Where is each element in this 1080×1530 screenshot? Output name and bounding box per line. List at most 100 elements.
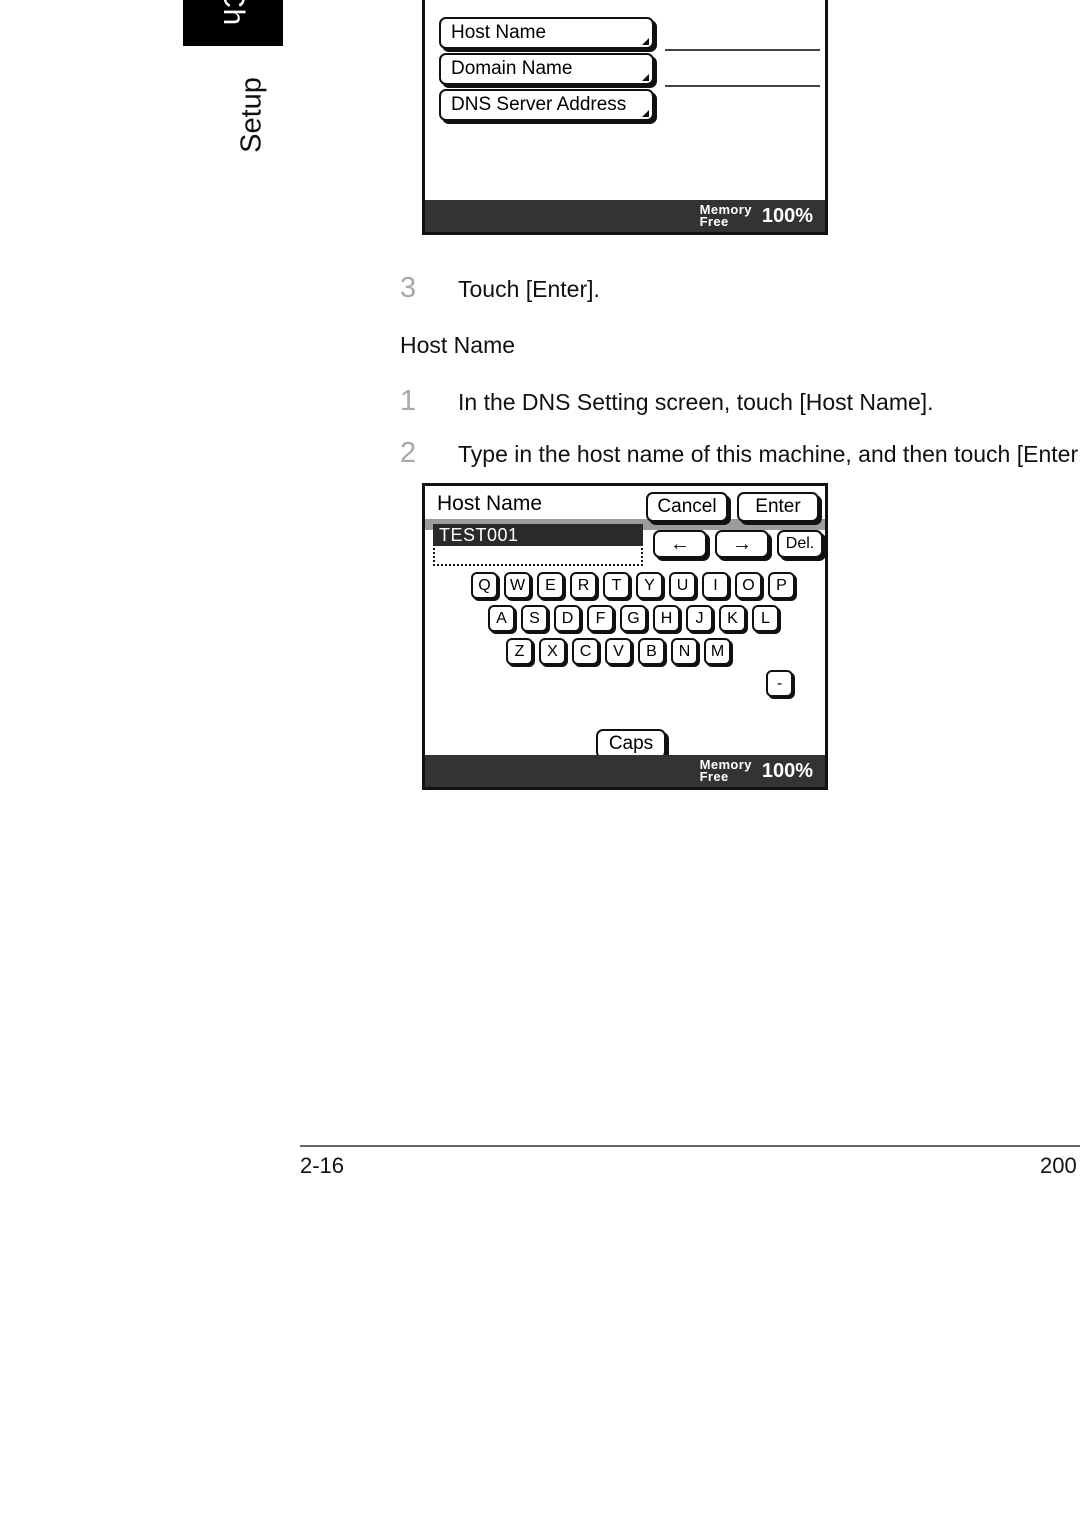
keyboard-key-label: I (713, 576, 718, 594)
dns-memory-label-line2: Free (699, 214, 729, 229)
keyboard-key-i[interactable]: I (702, 572, 729, 599)
keyboard-key-o[interactable]: O (735, 572, 762, 599)
keyboard-key-h[interactable]: H (653, 605, 680, 632)
keyboard-key-j[interactable]: J (686, 605, 713, 632)
host-step-2-number: 2 (400, 437, 417, 469)
keyboard-key-u[interactable]: U (669, 572, 696, 599)
dns-server-address-label: DNS Server Address (451, 94, 627, 115)
keyboard-key-label: D (561, 609, 574, 627)
footer-page-number: 2-16 (300, 1153, 345, 1178)
keyboard-key-f[interactable]: F (587, 605, 614, 632)
step-3-number: 3 (400, 272, 417, 304)
keyboard-delete-key[interactable]: Del. (777, 530, 823, 558)
keyboard-key-label: T (611, 576, 622, 594)
host-step-1: 1 In the DNS Setting screen, touch [Host… (400, 385, 934, 418)
dns-server-address-button[interactable]: DNS Server Address (439, 89, 654, 121)
host-step-1-number: 1 (400, 385, 417, 417)
keyboard-key-label: U (676, 576, 689, 594)
keyboard-memory-label-line2: Free (699, 769, 729, 784)
footer-right-text: 200 (1040, 1153, 1077, 1178)
keyboard-key-w[interactable]: W (504, 572, 531, 599)
keyboard-key-c[interactable]: C (572, 638, 599, 665)
keyboard-key-label: H (660, 609, 673, 627)
keyboard-key-x[interactable]: X (539, 638, 566, 665)
keyboard-key-d[interactable]: D (554, 605, 581, 632)
corner-triangle-icon (642, 38, 649, 45)
keyboard-key-label: B (646, 642, 657, 660)
keyboard-text-input[interactable]: TEST001 (433, 524, 643, 566)
keyboard-key-label: X (547, 642, 558, 660)
keyboard-key-y[interactable]: Y (636, 572, 663, 599)
corner-triangle-icon (642, 110, 649, 117)
dns-host-name-value-line (665, 49, 820, 51)
keyboard-memory-percent: 100% (761, 759, 813, 782)
keyboard-left-arrow-key[interactable]: ← (653, 530, 707, 558)
keyboard-key-k[interactable]: K (719, 605, 746, 632)
chapter-tab-label: Ch (217, 0, 250, 26)
keyboard-key-l[interactable]: L (752, 605, 779, 632)
keyboard-cancel-button[interactable]: Cancel (646, 492, 728, 522)
keyboard-key-e[interactable]: E (537, 572, 564, 599)
dns-domain-name-value-line (665, 85, 820, 87)
keyboard-enter-label: Enter (755, 496, 801, 517)
keyboard-key-v[interactable]: V (605, 638, 632, 665)
keyboard-key-label: N (678, 642, 691, 660)
keyboard-key-b[interactable]: B (638, 638, 665, 665)
keyboard-key-label: F (595, 609, 606, 627)
host-name-keyboard-screen: Host Name Cancel Enter TEST001 ← → Del. … (422, 483, 828, 790)
dns-status-bar: Memory Free 100% (425, 200, 825, 232)
keyboard-key-label: C (579, 642, 592, 660)
keyboard-key-m[interactable]: M (704, 638, 731, 665)
keyboard-key-label: R (577, 576, 590, 594)
keyboard-caps-label: Caps (608, 733, 654, 754)
corner-triangle-icon (642, 74, 649, 81)
keyboard-title: Host Name (437, 492, 543, 515)
keyboard-key-label: E (545, 576, 556, 594)
keyboard-memory-free-label: Memory Free (699, 757, 752, 784)
keyboard-key-r[interactable]: R (570, 572, 597, 599)
keyboard-key-s[interactable]: S (521, 605, 548, 632)
keyboard-key-label: - (776, 674, 783, 692)
keyboard-key-p[interactable]: P (768, 572, 795, 599)
keyboard-key-label: K (727, 609, 738, 627)
keyboard-key-hyphen[interactable]: - (766, 670, 793, 697)
host-name-subheading: Host Name (400, 332, 516, 358)
keyboard-key-label: O (742, 576, 755, 594)
section-side-label: Setup (217, 60, 287, 170)
keyboard-key-label: A (496, 609, 507, 627)
keyboard-key-a[interactable]: A (488, 605, 515, 632)
dns-setting-screen: Host Name Domain Name DNS Server Address… (422, 0, 828, 235)
host-step-1-text: In the DNS Setting screen, touch [Host N… (458, 389, 934, 415)
keyboard-status-bar: Memory Free 100% (425, 755, 825, 787)
right-arrow-icon: → (732, 532, 752, 555)
keyboard-delete-label: Del. (785, 535, 815, 552)
keyboard-key-label: S (529, 609, 540, 627)
keyboard-key-g[interactable]: G (620, 605, 647, 632)
keyboard-key-label: J (695, 609, 704, 627)
keyboard-key-label: Q (478, 576, 491, 594)
keyboard-key-label: L (761, 609, 770, 627)
keyboard-input-value: TEST001 (433, 524, 643, 546)
keyboard-key-label: G (627, 609, 640, 627)
host-step-2: 2 Type in the host name of this machine,… (400, 437, 1078, 470)
keyboard-key-t[interactable]: T (603, 572, 630, 599)
step-3-text: Touch [Enter]. (458, 276, 600, 302)
keyboard-key-n[interactable]: N (671, 638, 698, 665)
keyboard-key-z[interactable]: Z (506, 638, 533, 665)
dns-memory-percent: 100% (761, 204, 813, 227)
keyboard-key-label: Z (514, 642, 525, 660)
keyboard-key-q[interactable]: Q (471, 572, 498, 599)
keyboard-key-label: V (613, 642, 624, 660)
keyboard-key-label: P (776, 576, 787, 594)
keyboard-key-label: W (509, 576, 526, 594)
host-step-2-text: Type in the host name of this machine, a… (458, 441, 1079, 467)
section-side-label-text: Setup (235, 77, 268, 153)
dns-host-name-button[interactable]: Host Name (439, 17, 654, 49)
dns-domain-name-button[interactable]: Domain Name (439, 53, 654, 85)
step-3: 3 Touch [Enter]. (400, 272, 600, 305)
keyboard-right-arrow-key[interactable]: → (715, 530, 769, 558)
keyboard-key-label: M (710, 642, 725, 660)
keyboard-cancel-label: Cancel (657, 496, 717, 517)
keyboard-enter-button[interactable]: Enter (737, 492, 819, 522)
keyboard-key-label: Y (644, 576, 655, 594)
